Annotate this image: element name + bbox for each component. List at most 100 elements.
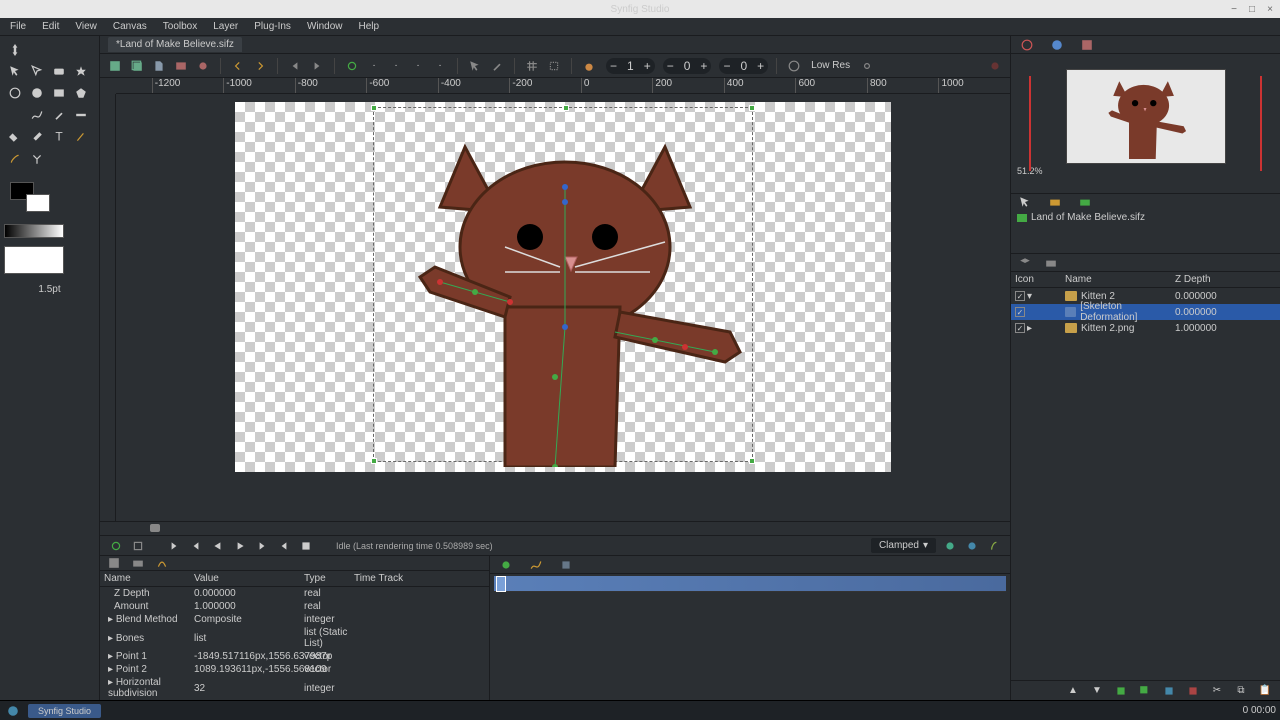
gradient-tool[interactable] xyxy=(6,106,24,124)
goto-end-icon[interactable] xyxy=(276,538,292,554)
settings-icon[interactable] xyxy=(858,57,876,75)
library-tab-icon[interactable] xyxy=(1047,195,1063,209)
layer-group-icon[interactable] xyxy=(1160,682,1178,700)
visibility-checkbox[interactable]: ✓ xyxy=(1015,291,1025,301)
future-value[interactable]: 0 xyxy=(740,59,747,73)
prev-key-icon[interactable] xyxy=(188,538,204,554)
refresh-icon[interactable] xyxy=(343,57,361,75)
canvas[interactable] xyxy=(235,102,891,472)
groups-tab-icon[interactable] xyxy=(1043,256,1059,270)
menu-window[interactable]: Window xyxy=(301,19,349,34)
minimize-button[interactable]: − xyxy=(1228,3,1240,15)
taskbar-app-button[interactable]: Synfig Studio xyxy=(28,704,101,718)
quality-icon[interactable] xyxy=(785,57,803,75)
keyframe-lock-icon[interactable] xyxy=(942,538,958,554)
canvas-browser-tab-icon[interactable] xyxy=(1017,195,1033,209)
past-minus[interactable]: − xyxy=(667,59,674,73)
rect-tool[interactable] xyxy=(50,84,68,102)
onion-icon[interactable] xyxy=(580,57,598,75)
layer-up-icon[interactable]: ▲ xyxy=(1064,682,1082,700)
start-menu-icon[interactable] xyxy=(4,702,22,720)
arrow-tool[interactable] xyxy=(6,62,24,80)
layer-down-icon[interactable]: ▼ xyxy=(1088,682,1106,700)
timeline-ruler[interactable] xyxy=(494,576,1006,592)
brush-tool[interactable] xyxy=(6,150,24,168)
param-row[interactable]: ▸ Boneslistlist (Static List) xyxy=(100,626,489,650)
layer-cut-icon[interactable]: ✂ xyxy=(1208,682,1226,700)
timeline-track-area[interactable] xyxy=(490,594,1010,700)
record-icon[interactable] xyxy=(986,57,1004,75)
color-swatches[interactable] xyxy=(4,182,95,218)
circle-tool[interactable] xyxy=(6,84,24,102)
animate-mode-icon[interactable] xyxy=(986,538,1002,554)
draw-tool[interactable] xyxy=(50,106,68,124)
polygon-tool[interactable] xyxy=(72,84,90,102)
curves-tab-icon[interactable] xyxy=(528,558,544,572)
fill-tool[interactable] xyxy=(6,128,24,146)
shape-tool[interactable] xyxy=(50,62,68,80)
canvas-item[interactable]: Land of Make Believe.sifz xyxy=(1011,210,1280,225)
redo-icon[interactable] xyxy=(251,57,269,75)
frame-plus[interactable]: + xyxy=(644,59,651,73)
eyedrop-tool[interactable] xyxy=(28,128,46,146)
layer-delete-icon[interactable] xyxy=(1184,682,1202,700)
menu-plugins[interactable]: Plug-Ins xyxy=(248,19,297,34)
star-tool[interactable] xyxy=(72,62,90,80)
dot4-icon[interactable]: · xyxy=(431,57,449,75)
skeleton-overlay[interactable] xyxy=(405,117,745,467)
future-minus[interactable]: − xyxy=(723,59,730,73)
interpolation-dropdown[interactable]: Clamped ▾ xyxy=(871,538,936,553)
background-color[interactable] xyxy=(26,194,50,212)
past-plus[interactable]: + xyxy=(700,59,707,73)
bounds-icon[interactable] xyxy=(130,538,146,554)
undo-icon[interactable] xyxy=(229,57,247,75)
fill-circle-tool[interactable] xyxy=(28,84,46,102)
param-row[interactable]: Amount1.000000real xyxy=(100,600,489,613)
param-row[interactable]: ▸ Point 1-1849.517116px,1556.637987pvect… xyxy=(100,650,489,663)
menu-edit[interactable]: Edit xyxy=(36,19,65,34)
navigator-preview[interactable]: 51.2% xyxy=(1011,54,1280,194)
play-icon[interactable] xyxy=(232,538,248,554)
layer-paste-icon[interactable]: 📋 xyxy=(1256,682,1274,700)
horizontal-scrollbar[interactable] xyxy=(100,521,1010,535)
sketch-tool[interactable] xyxy=(72,128,90,146)
spline-tool[interactable] xyxy=(28,106,46,124)
frame-stepper[interactable]: − 1 + xyxy=(606,58,655,74)
menu-help[interactable]: Help xyxy=(353,19,386,34)
menu-toolbox[interactable]: Toolbox xyxy=(157,19,203,34)
dot1-icon[interactable]: · xyxy=(365,57,383,75)
file-icon[interactable] xyxy=(150,57,168,75)
param-row[interactable]: ▸ Horizontal subdivision32integer xyxy=(100,676,489,700)
params-tab-icon[interactable] xyxy=(106,556,122,570)
save-all-icon[interactable] xyxy=(128,57,146,75)
onion-future-stepper[interactable]: − 0 + xyxy=(719,58,768,74)
select-mode-icon[interactable] xyxy=(466,57,484,75)
sets-tab-icon[interactable] xyxy=(1077,195,1093,209)
menu-layer[interactable]: Layer xyxy=(207,19,244,34)
layer-row[interactable]: ✓ [Skeleton Deformation] 0.000000 xyxy=(1011,304,1280,320)
layer-new-icon[interactable] xyxy=(1112,682,1130,700)
past-value[interactable]: 0 xyxy=(684,59,691,73)
visibility-checkbox[interactable]: ✓ xyxy=(1015,307,1025,317)
text-tool[interactable]: T xyxy=(50,128,68,146)
loop-icon[interactable] xyxy=(108,538,124,554)
layers-tab-icon[interactable] xyxy=(1017,256,1033,270)
children-tab-icon[interactable] xyxy=(130,556,146,570)
param-row[interactable]: ▸ Point 21089.193611px,-1556.568109vecto… xyxy=(100,663,489,676)
frame-value[interactable]: 1 xyxy=(627,59,634,73)
render-icon[interactable] xyxy=(194,57,212,75)
future-plus[interactable]: + xyxy=(757,59,764,73)
visibility-checkbox[interactable]: ✓ xyxy=(1015,323,1025,333)
timeline-cursor[interactable] xyxy=(496,576,506,592)
menu-canvas[interactable]: Canvas xyxy=(107,19,153,34)
onion-past-stepper[interactable]: − 0 + xyxy=(663,58,712,74)
node-tool[interactable] xyxy=(28,62,46,80)
edit-mode-icon[interactable] xyxy=(488,57,506,75)
canvas-viewport[interactable] xyxy=(116,94,1010,521)
stop-icon[interactable] xyxy=(298,538,314,554)
gradient-swatch[interactable] xyxy=(4,224,64,238)
navigator-tab-icon[interactable] xyxy=(1019,38,1035,52)
grid-icon[interactable] xyxy=(523,57,541,75)
keyframe-past-icon[interactable] xyxy=(964,538,980,554)
preview-icon[interactable] xyxy=(172,57,190,75)
